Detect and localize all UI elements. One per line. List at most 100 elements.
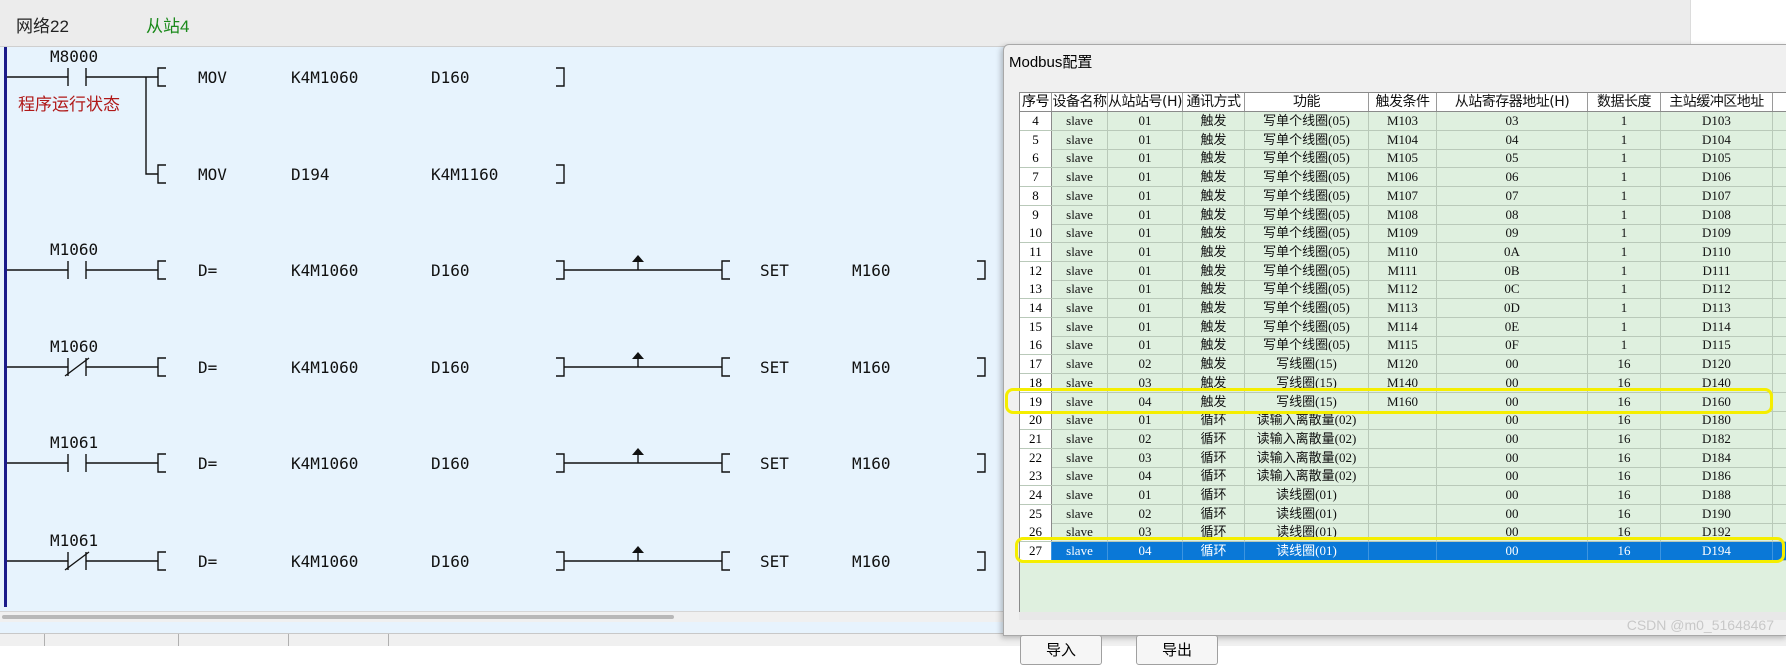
cell-slave-id: 03 — [1108, 448, 1183, 467]
cell-function: 读线圈(01) — [1245, 523, 1369, 542]
cell-trigger: M110 — [1369, 242, 1437, 261]
table-row[interactable]: 15 slave 01 触发 写单个线圈(05) M114 0E 1 D114 — [1020, 317, 1786, 337]
column-header-function[interactable]: 功能 — [1245, 93, 1369, 111]
instruction-bracket-open — [157, 453, 166, 473]
ladder-scroll-thumb[interactable] — [2, 615, 674, 619]
table-row[interactable]: 17 slave 02 触发 写线圈(15) M120 00 16 D120 — [1020, 355, 1786, 375]
cell-device-name: slave — [1052, 411, 1108, 430]
table-row[interactable]: 9 slave 01 触发 写单个线圈(05) M108 08 1 D108 — [1020, 205, 1786, 225]
column-header-comm-mode[interactable]: 通讯方式 — [1183, 93, 1245, 111]
cell-index: 12 — [1020, 261, 1052, 280]
import-button[interactable]: 导入 — [1020, 635, 1102, 665]
table-row[interactable]: 14 slave 01 触发 写单个线圈(05) M113 0D 1 D113 — [1020, 299, 1786, 318]
cell-master-buffer: D115 — [1661, 336, 1773, 355]
cell-data-length: 16 — [1588, 542, 1661, 561]
cell-device-name: slave — [1052, 299, 1108, 317]
table-row[interactable]: 27 slave 04 循环 读线圈(01) 00 16 D194 — [1020, 542, 1786, 562]
column-header-device-name[interactable]: 设备名称 — [1052, 93, 1108, 111]
column-header-index[interactable]: 序号 — [1020, 93, 1052, 111]
table-row[interactable]: 8 slave 01 触发 写单个线圈(05) M107 07 1 D107 — [1020, 186, 1786, 206]
cell-comm-mode: 触发 — [1183, 261, 1245, 280]
table-row[interactable]: 5 slave 01 触发 写单个线圈(05) M104 04 1 D104 — [1020, 130, 1786, 150]
cell-slave-id: 01 — [1108, 112, 1183, 130]
cell-device-name: slave — [1052, 224, 1108, 243]
table-row[interactable]: 7 slave 01 触发 写单个线圈(05) M106 06 1 D106 — [1020, 168, 1786, 188]
table-row[interactable]: 19 slave 04 触发 写线圈(15) M160 00 16 D160 — [1020, 392, 1786, 412]
instruction-operand-b: D160 — [431, 68, 470, 87]
cell-comm-mode: 触发 — [1183, 336, 1245, 355]
cell-index: 7 — [1020, 168, 1052, 187]
column-header-master-buffer[interactable]: 主站缓冲区地址 — [1661, 93, 1773, 111]
cell-trigger: M113 — [1369, 299, 1437, 317]
table-row[interactable]: 26 slave 03 循环 读线圈(01) 00 16 D192 — [1020, 523, 1786, 543]
table-row[interactable]: 11 slave 01 触发 写单个线圈(05) M110 0A 1 D110 — [1020, 242, 1786, 262]
table-row[interactable]: 4 slave 01 触发 写单个线圈(05) M103 03 1 D103 — [1020, 112, 1786, 131]
instruction-op: D= — [198, 454, 217, 473]
table-row[interactable]: 20 slave 01 循环 读输入离散量(02) 00 16 D180 — [1020, 411, 1786, 431]
cell-slave-id: 01 — [1108, 336, 1183, 355]
table-row[interactable]: 6 slave 01 触发 写单个线圈(05) M105 05 1 D105 — [1020, 149, 1786, 169]
cell-function: 读线圈(01) — [1245, 542, 1369, 561]
cell-slave-id: 01 — [1108, 411, 1183, 430]
cell-index: 13 — [1020, 280, 1052, 299]
cell-data-length: 16 — [1588, 504, 1661, 523]
table-row[interactable]: 16 slave 01 触发 写单个线圈(05) M115 0F 1 D115 — [1020, 336, 1786, 356]
cell-function: 读输入离散量(02) — [1245, 448, 1369, 467]
instruction-operand-b: D160 — [431, 261, 470, 280]
table-row[interactable]: 10 slave 01 触发 写单个线圈(05) M109 09 1 D109 — [1020, 224, 1786, 244]
cell-slave-register: 0D — [1437, 299, 1588, 317]
column-header-trigger[interactable]: 触发条件 — [1369, 93, 1437, 111]
column-header-data-length[interactable]: 数据长度 — [1588, 93, 1661, 111]
ladder-diagram[interactable]: M8000 MOV K4M1060 D160 MOV D194 K4M1160 M1060 D=… — [0, 0, 1000, 610]
cell-slave-register: 0E — [1437, 317, 1588, 336]
cell-slave-register: 06 — [1437, 168, 1588, 187]
cell-slave-register: 09 — [1437, 224, 1588, 243]
table-row[interactable]: 18 slave 03 触发 写线圈(15) M140 00 16 D140 — [1020, 373, 1786, 393]
cell-data-length: 16 — [1588, 411, 1661, 430]
cell-comm-mode: 触发 — [1183, 280, 1245, 299]
modbus-table[interactable]: 序号 设备名称 从站站号(H) 通讯方式 功能 触发条件 从站寄存器地址(H) 数据长度 主站缓… — [1019, 92, 1786, 614]
column-header-slave-register[interactable]: 从站寄存器地址(H) — [1437, 93, 1588, 111]
cell-master-buffer: D104 — [1661, 130, 1773, 149]
table-row[interactable]: 22 slave 03 循环 读输入离散量(02) 00 16 D184 — [1020, 448, 1786, 468]
status-divider — [288, 634, 289, 646]
table-row[interactable]: 21 slave 02 循环 读输入离散量(02) 00 16 D182 — [1020, 429, 1786, 449]
cell-slave-register: 0C — [1437, 280, 1588, 299]
table-row[interactable]: 23 slave 04 循环 读输入离散量(02) 00 16 D186 — [1020, 467, 1786, 487]
cell-slave-register: 07 — [1437, 186, 1588, 205]
cell-slave-id: 01 — [1108, 317, 1183, 336]
cell-slave-id: 01 — [1108, 261, 1183, 280]
column-header-slave-id[interactable]: 从站站号(H) — [1108, 93, 1183, 111]
cell-device-name: slave — [1052, 149, 1108, 168]
table-header-row: 序号 设备名称 从站站号(H) 通讯方式 功能 触发条件 从站寄存器地址(H) 数据长度 主站缓… — [1020, 93, 1786, 112]
cell-trigger: M114 — [1369, 317, 1437, 336]
modbus-config-dialog[interactable]: Modbus配置 序号 设备名称 从站站号(H) 通讯方式 功能 触发条件 从站寄存器地址(… — [1003, 44, 1786, 665]
export-button[interactable]: 导出 — [1136, 635, 1218, 665]
contact-comment: 程序运行状态 — [18, 95, 120, 115]
table-row[interactable]: 13 slave 01 触发 写单个线圈(05) M112 0C 1 D112 — [1020, 280, 1786, 300]
contact-label: M8000 — [50, 47, 98, 66]
cell-master-buffer: D160 — [1661, 392, 1773, 411]
cell-master-buffer: D105 — [1661, 149, 1773, 168]
cell-device-name: slave — [1052, 523, 1108, 542]
cell-master-buffer: D140 — [1661, 373, 1773, 392]
cell-slave-id: 01 — [1108, 299, 1183, 317]
cell-master-buffer: D182 — [1661, 429, 1773, 448]
cell-index: 11 — [1020, 242, 1052, 261]
cell-device-name: slave — [1052, 261, 1108, 280]
cell-index: 19 — [1020, 392, 1052, 411]
cell-index: 26 — [1020, 523, 1052, 542]
instruction-operand-a: D194 — [291, 165, 330, 184]
cell-slave-register: 00 — [1437, 542, 1588, 561]
instruction-op: D= — [198, 552, 217, 571]
table-row[interactable]: 24 slave 01 循环 读线圈(01) 00 16 D188 — [1020, 486, 1786, 505]
table-row[interactable]: 25 slave 02 循环 读线圈(01) 00 16 D190 — [1020, 504, 1786, 524]
cell-comm-mode: 循环 — [1183, 542, 1245, 561]
cell-trigger: M111 — [1369, 261, 1437, 280]
table-row[interactable]: 12 slave 01 触发 写单个线圈(05) M111 0B 1 D111 — [1020, 261, 1786, 281]
set-operand: M160 — [852, 358, 891, 377]
cell-master-buffer: D114 — [1661, 317, 1773, 336]
cell-function: 写单个线圈(05) — [1245, 261, 1369, 280]
cell-data-length: 16 — [1588, 523, 1661, 542]
cell-trigger — [1369, 467, 1437, 486]
